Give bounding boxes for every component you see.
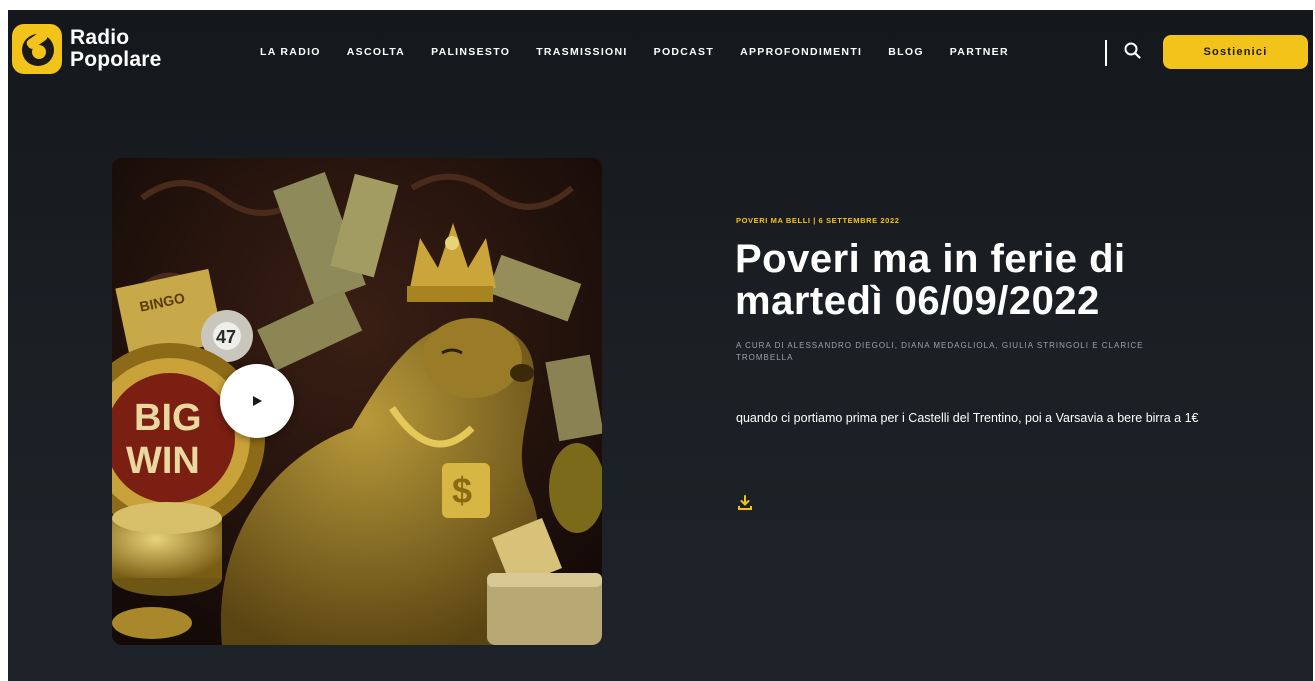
logo-line-2: Popolare bbox=[70, 48, 162, 71]
logo-wordmark: Radio Popolare bbox=[70, 27, 161, 71]
artwork-win-text: WIN bbox=[126, 440, 200, 482]
play-icon bbox=[253, 396, 262, 406]
logo-line-1: Radio bbox=[70, 26, 130, 49]
logo-icon bbox=[12, 24, 62, 74]
page-background: Radio Popolare LA RADIO ASCOLTA PALINSES… bbox=[8, 10, 1313, 681]
play-button[interactable] bbox=[220, 364, 294, 438]
episode-credits: A CURA DI ALESSANDRO DIEGOLI, DIANA MEDA… bbox=[736, 341, 1144, 362]
search-icon[interactable] bbox=[1122, 40, 1144, 62]
nav-item-blog[interactable]: BLOG bbox=[888, 46, 924, 58]
artwork-big-text: BIG bbox=[134, 397, 202, 439]
svg-text:$: $ bbox=[452, 470, 472, 511]
nav-item-la-radio[interactable]: LA RADIO bbox=[260, 46, 321, 58]
nav-item-ascolta[interactable]: ASCOLTA bbox=[347, 46, 405, 58]
download-icon[interactable] bbox=[736, 494, 754, 512]
nav-divider bbox=[1105, 40, 1107, 66]
nav-item-approfondimenti[interactable]: APPROFONDIMENTI bbox=[740, 46, 862, 58]
main-nav: LA RADIO ASCOLTA PALINSESTO TRASMISSIONI… bbox=[260, 46, 1035, 58]
support-button[interactable]: Sostienici bbox=[1163, 35, 1308, 69]
site-logo[interactable]: Radio Popolare bbox=[12, 24, 161, 74]
episode-kicker[interactable]: POVERI MA BELLI | 6 SETTEMBRE 2022 bbox=[736, 216, 900, 225]
artwork-ball-number: 47 bbox=[216, 327, 236, 347]
nav-item-partner[interactable]: PARTNER bbox=[950, 46, 1009, 58]
nav-item-trasmissioni[interactable]: TRASMISSIONI bbox=[536, 46, 627, 58]
episode-description: quando ci portiamo prima per i Castelli … bbox=[736, 411, 1199, 425]
nav-item-podcast[interactable]: PODCAST bbox=[654, 46, 714, 58]
nav-item-palinsesto[interactable]: PALINSESTO bbox=[431, 46, 510, 58]
episode-artwork: BINGO 47 BIG WIN $ bbox=[112, 158, 602, 645]
episode-title: Poveri ma in ferie di martedì 06/09/2022 bbox=[735, 237, 1126, 323]
